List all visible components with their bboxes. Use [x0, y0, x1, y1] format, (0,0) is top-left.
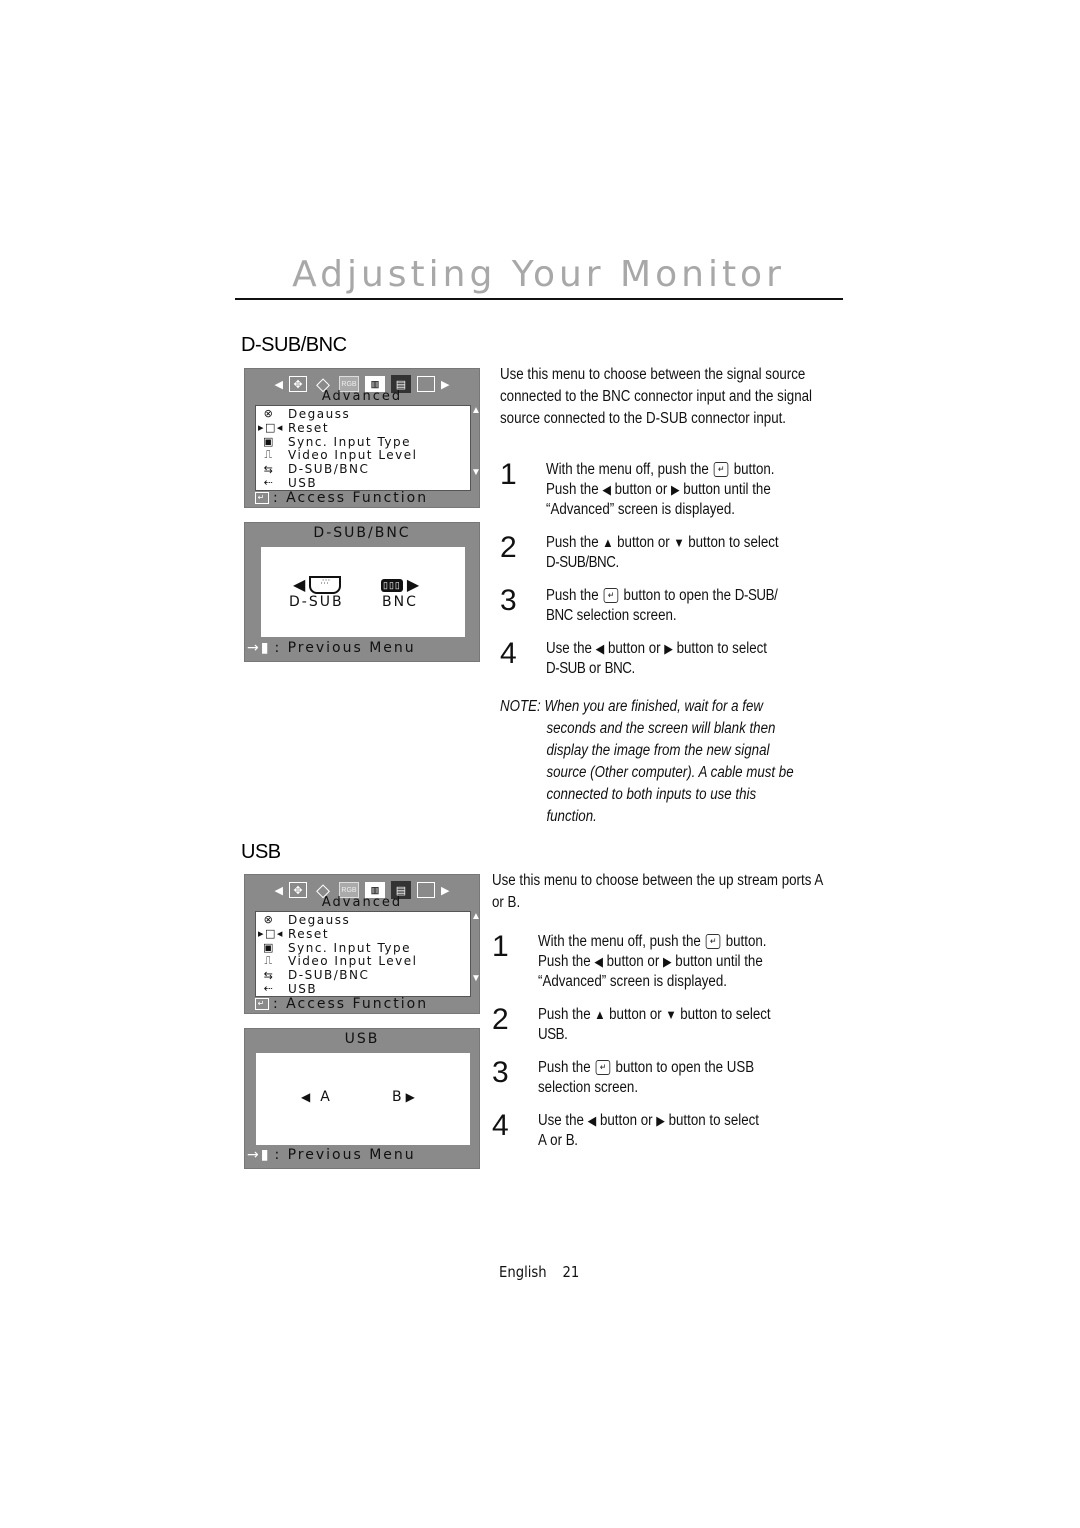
sync-input-type-icon: ▣ [263, 940, 275, 954]
footer-language: English [499, 1263, 547, 1281]
bnc-option[interactable]: ▯▯▯ ▶ [381, 575, 419, 595]
dsub-connector-icon: ∴∵ [309, 576, 342, 594]
osd-item-reset[interactable]: ▸□◂ Reset [256, 927, 470, 941]
osd-screen-title: D-SUB/BNC [313, 525, 411, 541]
scroll-down-icon[interactable]: ▼ [471, 973, 481, 984]
usb-icon: ⇠ [263, 982, 275, 996]
usb-icon: ⇠ [263, 476, 275, 490]
left-button-icon: ◀ [602, 482, 611, 497]
osd-item-usb[interactable]: ⇠ USB [256, 982, 470, 996]
reset-icon: ▸□◂ [258, 421, 284, 435]
osd-footer: ↵ : Access Function [255, 490, 428, 506]
degauss-icon: ⊗ [263, 913, 275, 927]
reset-icon: ▸□◂ [258, 927, 284, 941]
sync-input-type-icon: ▣ [263, 434, 275, 448]
right-button-icon: ▶ [664, 641, 673, 656]
enter-button-icon: ↵ [603, 588, 619, 604]
enter-button-icon: ↵ [595, 1060, 611, 1076]
osd-usb-screen: USB ◀ A B ▶ →▮ : Previous Menu [244, 1028, 480, 1169]
osd-item-sync-input-type[interactable]: ▣ Sync. Input Type [256, 941, 470, 955]
right-arrow-icon: ▶ [405, 1090, 417, 1104]
osd-item-sync-input-type[interactable]: ▣ Sync. Input Type [256, 435, 470, 449]
osd-footer: →▮ : Previous Menu [247, 1147, 416, 1163]
exit-door-icon: →▮ [247, 640, 271, 656]
osd-footer: →▮ : Previous Menu [247, 640, 416, 656]
osd-selection-panel: ◀ ∴∵ D-SUB ▯▯▯ ▶ BNC [261, 547, 465, 637]
osd-menu-title: Advanced [321, 389, 403, 404]
osd-footer: ↵ : Access Function [255, 996, 428, 1012]
port-b-option[interactable]: B ▶ [392, 1089, 417, 1105]
right-button-icon: ▶ [656, 1113, 665, 1128]
exit-door-icon: →▮ [247, 1147, 271, 1163]
scroll-down-icon[interactable]: ▼ [471, 467, 481, 478]
port-a-option[interactable]: ◀ A [301, 1089, 332, 1105]
down-button-icon: ▼ [673, 535, 685, 550]
usb-intro: Use this menu to choose between the up s… [492, 872, 823, 911]
dsub-bnc-intro: Use this menu to choose between the sign… [500, 366, 812, 427]
osd-screen-title: USB [344, 1031, 380, 1047]
dsub-note: NOTE: When you are finished, wait for a … [500, 698, 794, 825]
osd-item-usb[interactable]: ⇠ USB [256, 476, 470, 490]
video-input-level-icon: ⎍ [264, 448, 274, 462]
video-input-level-icon: ⎍ [264, 954, 274, 968]
left-button-icon: ◀ [594, 954, 603, 969]
dsub-bnc-icon: ⇆ [263, 462, 275, 476]
title-divider [235, 298, 843, 300]
osd-item-degauss[interactable]: ⊗ Degauss [256, 407, 470, 421]
up-button-icon: ▲ [602, 535, 614, 550]
right-button-icon: ▶ [662, 954, 672, 969]
osd-item-degauss[interactable]: ⊗ Degauss [256, 913, 470, 927]
right-arrow-icon: ▶ [406, 577, 420, 594]
right-button-icon: ▶ [670, 482, 680, 497]
section-heading-usb: USB [241, 841, 281, 863]
degauss-icon: ⊗ [263, 407, 275, 421]
osd-item-dsub-bnc[interactable]: ⇆ D-SUB/BNC [256, 968, 470, 982]
enter-button-icon: ↵ [713, 462, 729, 478]
bnc-label: BNC [382, 594, 418, 610]
osd-item-reset[interactable]: ▸□◂ Reset [256, 421, 470, 435]
left-button-icon: ◀ [587, 1113, 597, 1128]
dsub-bnc-icon: ⇆ [263, 968, 275, 982]
osd-dsub-bnc-screen: D-SUB/BNC ◀ ∴∵ D-SUB ▯▯▯ ▶ BNC →▮ : Prev… [244, 522, 480, 662]
scroll-up-icon[interactable]: ▲ [471, 405, 481, 416]
osd-advanced-screen: ◀ ✥ ◇ RGB ▥ ▤ ▶ Advanced ⊗ Degauss ▸□◂ Res… [244, 368, 481, 508]
left-button-icon: ◀ [595, 641, 605, 656]
dsub-label: D-SUB [289, 594, 344, 610]
osd-item-video-input-level[interactable]: ⎍ Video Input Level [256, 448, 470, 462]
page-footer: English 21 [499, 1263, 579, 1281]
enter-key-icon: ↵ [255, 492, 269, 504]
left-arrow-icon: ◀ [293, 577, 306, 594]
osd-menu-list: ⊗ Degauss ▸□◂ Reset ▣ Sync. Input Type ⎍ Vid… [255, 405, 471, 491]
down-button-icon: ▼ [665, 1007, 677, 1022]
osd-item-dsub-bnc[interactable]: ⇆ D-SUB/BNC [256, 462, 470, 476]
section-heading-dsub-bnc: D-SUB/BNC [241, 334, 347, 356]
osd-advanced-screen: ◀ ✥ ◇ RGB ▥ ▤ ▶ Advanced ⊗ Degauss ▸□◂ Res… [244, 874, 481, 1014]
bnc-connector-icon: ▯▯▯ [381, 578, 403, 592]
dsub-option[interactable]: ◀ ∴∵ [293, 575, 342, 595]
osd-item-video-input-level[interactable]: ⎍ Video Input Level [256, 954, 470, 968]
page-title: Adjusting Your Monitor [292, 254, 785, 295]
osd-selection-panel: ◀ A B ▶ [256, 1053, 470, 1145]
enter-key-icon: ↵ [255, 998, 269, 1010]
osd-menu-list: ⊗ Degauss ▸□◂ Reset ▣ Sync. Input Type ⎍ Vid… [255, 911, 471, 997]
left-arrow-icon: ◀ [301, 1090, 313, 1104]
page-number: 21 [562, 1263, 580, 1281]
up-button-icon: ▲ [594, 1007, 606, 1022]
enter-button-icon: ↵ [705, 934, 721, 950]
osd-menu-title: Advanced [321, 895, 403, 910]
scroll-up-icon[interactable]: ▲ [471, 911, 481, 922]
